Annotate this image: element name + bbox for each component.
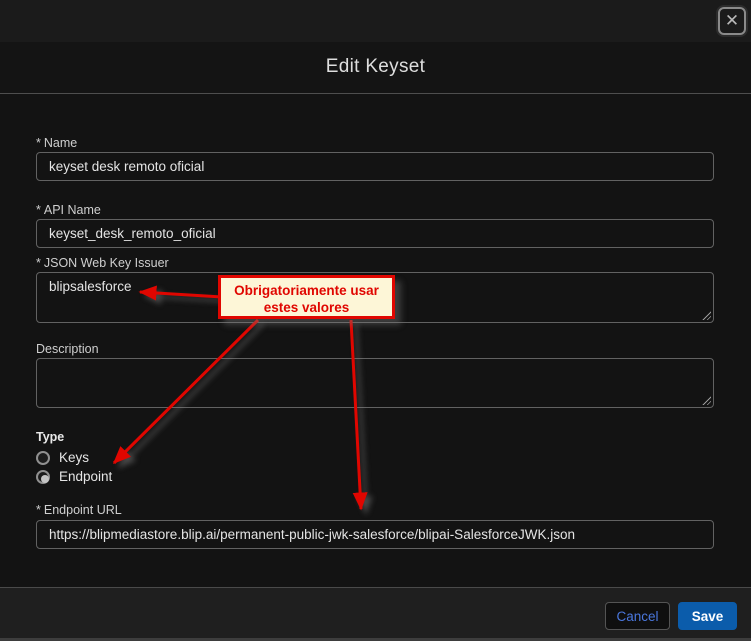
radio-keys-icon[interactable]: [36, 450, 50, 465]
description-textarea[interactable]: [36, 358, 714, 408]
endpoint-url-label: * Endpoint URL: [36, 503, 122, 517]
name-input[interactable]: [36, 152, 714, 181]
description-label: Description: [36, 342, 99, 356]
close-button[interactable]: ✕: [718, 7, 746, 35]
api-name-label: * API Name: [36, 203, 101, 217]
modal-title: Edit Keyset: [325, 56, 426, 77]
close-icon: ✕: [724, 11, 740, 30]
modal-header: Edit Keyset: [0, 42, 751, 94]
edit-keyset-modal: ✕ Edit Keyset *Name *API Name *JSON Web …: [0, 0, 751, 641]
cancel-button[interactable]: Cancel: [605, 602, 670, 630]
arrow-to-endpoint-url: [349, 319, 368, 511]
radio-endpoint-label: Endpoint: [59, 469, 113, 484]
annotation-callout: Obrigatoriamente usar estes valores: [218, 275, 395, 319]
modal-footer: Cancel Save: [0, 587, 751, 641]
save-button[interactable]: Save: [678, 602, 737, 630]
required-mark: *: [36, 203, 41, 217]
name-label: * Name: [36, 136, 78, 150]
window-backdrop: ✕: [0, 0, 751, 42]
endpoint-url-input[interactable]: [36, 520, 714, 549]
annotation-line-2: estes valores: [263, 300, 350, 315]
radio-keys-label: Keys: [59, 450, 90, 465]
annotation-line-1: Obrigatoriamente usar: [234, 283, 379, 298]
api-name-input[interactable]: [36, 219, 714, 248]
jwk-issuer-label: * JSON Web Key Issuer: [36, 256, 169, 270]
radio-option-keys[interactable]: Keys: [36, 450, 89, 465]
required-mark: *: [36, 503, 41, 517]
required-mark: *: [36, 136, 41, 150]
type-label: Type: [36, 430, 65, 444]
required-mark: *: [36, 256, 41, 270]
radio-endpoint-icon[interactable]: [36, 469, 50, 484]
radio-option-endpoint[interactable]: Endpoint: [36, 469, 112, 484]
